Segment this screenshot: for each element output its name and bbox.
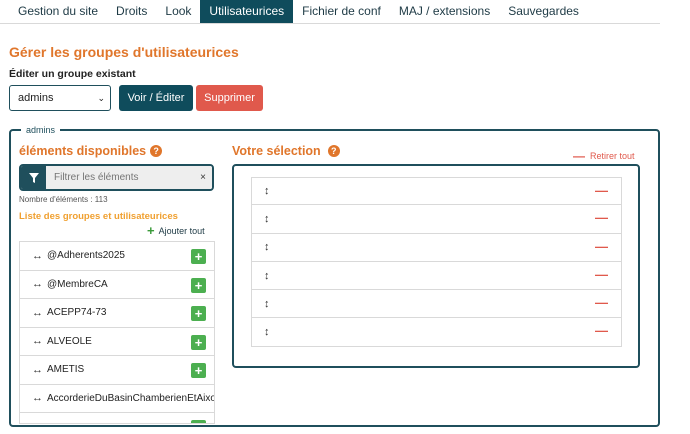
list-item[interactable]: ↔ AMETIS +	[20, 356, 214, 385]
filter-icon	[21, 166, 46, 189]
page-title: Gérer les groupes d'utilisateurices	[9, 44, 239, 60]
tab-look[interactable]: Look	[156, 0, 200, 23]
selection-box[interactable]: ↕ — ↕ — ↕ — ↕ — ↕ — ↕ —	[232, 164, 640, 368]
minus-icon: —	[573, 149, 585, 163]
add-item-button[interactable]: +	[191, 277, 206, 293]
group-fieldset: admins éléments disponibles ? × Nombre d…	[9, 124, 660, 427]
tab-sauvegardes[interactable]: Sauvegardes	[499, 0, 588, 23]
horizontal-arrows-icon: ↔	[32, 392, 43, 405]
selection-title-text: Votre sélection	[232, 144, 321, 158]
list-item-label: AccorderieDuBasinChamberienEtAixois	[47, 392, 215, 404]
tab-maj-extensions[interactable]: MAJ / extensions	[390, 0, 499, 23]
plus-icon: +	[147, 223, 155, 238]
view-edit-button[interactable]: Voir / Éditer	[119, 85, 193, 111]
list-item[interactable]: ↔ AccorderieDuBasinChamberienEtAixois	[20, 385, 215, 413]
vertical-arrows-icon[interactable]: ↕	[264, 298, 270, 310]
add-all-button[interactable]: + Ajouter tout	[147, 223, 205, 238]
tab-gestion-du-site[interactable]: Gestion du site	[9, 0, 107, 23]
minus-icon[interactable]: —	[595, 323, 608, 338]
add-item-button[interactable]: +	[191, 306, 206, 321]
selection-row[interactable]: ↕ —	[251, 261, 622, 291]
vertical-arrows-icon[interactable]: ↕	[264, 213, 270, 225]
selection-row[interactable]: ↕ —	[251, 318, 622, 347]
list-item[interactable]: ↔ @Adherents2025 +	[20, 242, 214, 271]
question-circle-icon[interactable]: ?	[327, 145, 340, 157]
minus-icon[interactable]: —	[595, 239, 608, 254]
edit-group-label: Éditer un groupe existant	[9, 68, 136, 80]
groups-users-list-title: Liste des groupes et utilisateurices	[19, 211, 178, 222]
horizontal-arrows-icon: ↔	[32, 363, 43, 376]
list-item[interactable]: +	[20, 413, 214, 423]
list-item[interactable]: ↔ ACEPP74-73 +	[20, 299, 214, 328]
list-item-label: ALVEOLE	[47, 335, 92, 347]
clear-filter-button[interactable]: ×	[194, 166, 212, 189]
remove-all-label: Retirer tout	[590, 151, 635, 161]
group-select[interactable]: admins ⌄	[9, 85, 111, 111]
horizontal-arrows-icon: ↔	[32, 278, 43, 291]
add-item-button[interactable]: +	[191, 249, 206, 264]
minus-icon[interactable]: —	[595, 267, 608, 282]
minus-icon[interactable]: —	[595, 183, 608, 198]
selection-row[interactable]: ↕ —	[251, 233, 622, 262]
available-list[interactable]: ↔ @Adherents2025 + ↔ @MembreCA + ↔ ACEPP…	[19, 241, 215, 424]
selection-row[interactable]: ↕ —	[251, 205, 622, 234]
list-item-label: @MembreCA	[47, 278, 108, 290]
minus-icon[interactable]: —	[595, 210, 608, 225]
selection-title: Votre sélection ?	[232, 144, 340, 158]
tab-utilisateurices[interactable]: Utilisateurices	[200, 0, 294, 23]
horizontal-arrows-icon: ↔	[32, 335, 43, 348]
minus-icon[interactable]: —	[595, 295, 608, 310]
admin-tabs: Gestion du site Droits Look Utilisateuri…	[0, 0, 660, 24]
vertical-arrows-icon[interactable]: ↕	[264, 270, 270, 282]
vertical-arrows-icon[interactable]: ↕	[264, 185, 270, 197]
list-item-label: ACEPP74-73	[47, 307, 107, 319]
filter-box: ×	[19, 164, 214, 191]
chevron-down-icon: ⌄	[97, 93, 105, 103]
list-item[interactable]: ↔ ALVEOLE +	[20, 328, 214, 356]
tab-fichier-de-conf[interactable]: Fichier de conf	[293, 0, 390, 23]
vertical-arrows-icon[interactable]: ↕	[264, 326, 270, 338]
question-circle-icon[interactable]: ?	[150, 145, 163, 157]
tab-droits[interactable]: Droits	[107, 0, 156, 23]
horizontal-arrows-icon: ↔	[32, 306, 43, 319]
filter-input[interactable]	[46, 166, 194, 189]
list-item-label: @Adherents2025	[47, 250, 125, 262]
group-select-value: admins	[18, 92, 54, 104]
remove-all-button[interactable]: — Retirer tout	[573, 149, 635, 163]
elements-count: Nombre d'éléments : 113	[19, 195, 108, 204]
list-item-label: AMETIS	[47, 364, 85, 376]
add-all-label: Ajouter tout	[158, 226, 205, 236]
vertical-arrows-icon[interactable]: ↕	[264, 241, 270, 253]
list-item[interactable]: ↔ @MembreCA +	[20, 271, 214, 299]
available-elements-title-text: éléments disponibles	[19, 144, 147, 158]
fieldset-legend: admins	[21, 124, 61, 136]
selection-list: ↕ — ↕ — ↕ — ↕ — ↕ — ↕ —	[251, 177, 622, 347]
horizontal-arrows-icon: ↔	[32, 249, 43, 262]
delete-button[interactable]: Supprimer	[196, 85, 263, 111]
add-item-button[interactable]: +	[191, 334, 206, 350]
add-item-button[interactable]: +	[191, 420, 206, 423]
selection-row[interactable]: ↕ —	[251, 177, 622, 206]
selection-row[interactable]: ↕ —	[251, 290, 622, 319]
available-elements-title: éléments disponibles ?	[19, 144, 163, 158]
add-item-button[interactable]: +	[191, 363, 206, 378]
